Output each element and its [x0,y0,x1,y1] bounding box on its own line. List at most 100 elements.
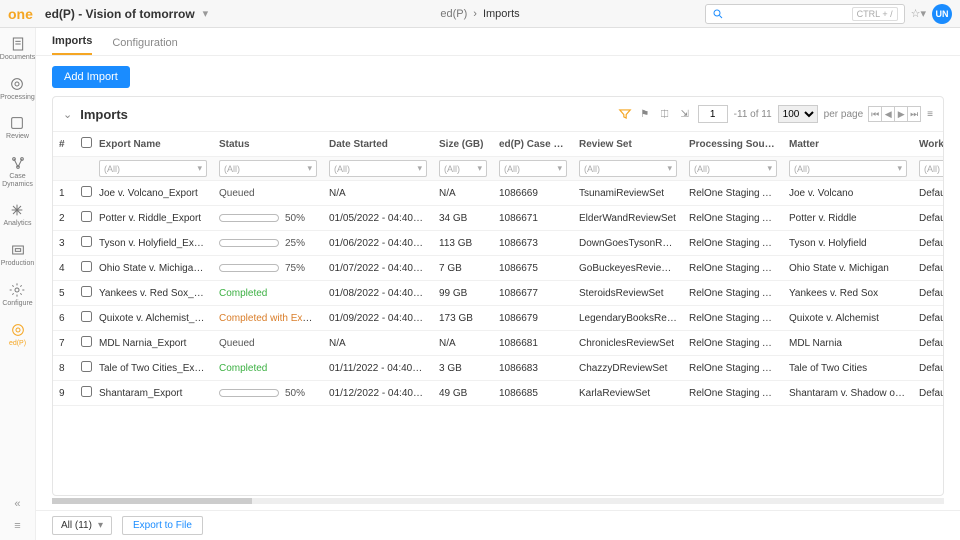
favorite-icon[interactable]: ☆▾ [911,7,926,20]
collapse-sidebar-icon[interactable]: « [14,498,20,510]
table-row[interactable]: 1Joe v. Volcano_ExportQueuedN/AN/A108666… [53,181,943,206]
columns-icon[interactable]: ⎅ [658,107,672,121]
col-status[interactable]: Status [213,132,323,157]
chevron-down-icon[interactable]: ⌄ [63,108,72,121]
sidebar-item-processing[interactable]: Processing [0,76,35,102]
sidebar-item-configure[interactable]: Configure [2,282,32,308]
progress-pct: 50% [285,388,305,399]
row-checkbox[interactable] [81,186,92,197]
cell-matter: Tyson v. Holyfield [783,231,913,256]
cell-status: 50% [213,381,323,406]
sidebar-item-production[interactable]: Production [1,242,34,268]
row-checkbox[interactable] [81,286,92,297]
cell-name[interactable]: MDL Narnia_Export [93,331,213,356]
col-export-name[interactable]: Export Name [93,132,213,157]
table-row[interactable]: 3Tyson v. Holyfield_Export25%01/06/2022 … [53,231,943,256]
table-row[interactable]: 2Potter v. Riddle_Export50%01/05/2022 - … [53,206,943,231]
scrollbar-thumb[interactable] [52,498,252,504]
filter-ws[interactable]: (All)▾ [919,160,943,177]
hamburger-icon[interactable]: ≡ [14,520,20,532]
filter-size[interactable]: (All)▾ [439,160,487,177]
cell-name[interactable]: Ohio State v. Michigan_Export [93,256,213,281]
pager-next-icon[interactable]: ▶ [894,106,908,122]
cell-case: 1086681 [493,331,573,356]
row-checkbox[interactable] [81,311,92,322]
pager-last-icon[interactable]: ⏭ [907,106,921,122]
col-loc[interactable]: Processing Source Location [683,132,783,157]
col-case[interactable]: ed(P) Case Number [493,132,573,157]
sidebar-item-review[interactable]: Review [6,115,29,141]
search-input[interactable]: CTRL + / [705,4,905,24]
col-ws[interactable]: Workspace [913,132,943,157]
cell-name[interactable]: Potter v. Riddle_Export [93,206,213,231]
sidebar-item-edp[interactable]: ed(P) [9,322,26,348]
cell-workspace: Default Workspace [913,356,943,381]
col-review[interactable]: Review Set [573,132,683,157]
cell-name[interactable]: Tyson v. Holyfield_Export [93,231,213,256]
col-checkbox[interactable] [75,132,93,157]
filter-review[interactable]: (All)▾ [579,160,677,177]
cell-case: 1086671 [493,206,573,231]
page-input[interactable] [698,105,728,123]
select-all-checkbox[interactable] [81,137,92,148]
filter-icon[interactable] [618,107,632,121]
col-num[interactable]: # [53,132,75,157]
cell-review: TsunamiReviewSet [573,181,683,206]
col-date[interactable]: Date Started [323,132,433,157]
pager-prev-icon[interactable]: ◀ [881,106,895,122]
sidebar-item-case-dynamics[interactable]: Case Dynamics [0,155,35,188]
tab-configuration[interactable]: Configuration [112,37,177,55]
row-checkbox[interactable] [81,336,92,347]
row-checkbox[interactable] [81,386,92,397]
table-row[interactable]: 5Yankees v. Red Sox_ExportCompleted01/08… [53,281,943,306]
cell-name[interactable]: Yankees v. Red Sox_Export [93,281,213,306]
cell-matter: MDL Narnia [783,331,913,356]
row-checkbox[interactable] [81,261,92,272]
flag-icon[interactable]: ⚑ [638,107,652,121]
filter-status[interactable]: (All)▾ [219,160,317,177]
export-to-file-button[interactable]: Export to File [122,516,203,535]
filter-date[interactable]: (All)▾ [329,160,427,177]
cell-status: 25% [213,231,323,256]
filter-loc[interactable]: (All)▾ [689,160,777,177]
cell-name[interactable]: Quixote v. Alchemist_Export [93,306,213,331]
pager: ⏮ ◀ ▶ ⏭ [869,106,921,122]
add-import-button[interactable]: Add Import [52,66,130,88]
breadcrumb-parent[interactable]: ed(P) [440,8,467,20]
cell-status: Queued [213,181,323,206]
pager-first-icon[interactable]: ⏮ [868,106,882,122]
search-icon [712,8,724,20]
perpage-select[interactable]: 100 [778,105,818,123]
tab-imports[interactable]: Imports [52,35,92,55]
table-row[interactable]: 6Quixote v. Alchemist_ExportCompleted wi… [53,306,943,331]
cell-name[interactable]: Tale of Two Cities_Export [93,356,213,381]
cell-name[interactable]: Joe v. Volcano_Export [93,181,213,206]
filter-case[interactable]: (All)▾ [499,160,567,177]
grid-settings-icon[interactable]: ≡ [927,109,933,120]
filter-name[interactable]: (All)▾ [99,160,207,177]
col-matter[interactable]: Matter [783,132,913,157]
cell-status: 75% [213,256,323,281]
row-checkbox[interactable] [81,211,92,222]
avatar[interactable]: UN [932,4,952,24]
table-row[interactable]: 7MDL Narnia_ExportQueuedN/AN/A1086681Chr… [53,331,943,356]
col-size[interactable]: Size (GB) [433,132,493,157]
table-row[interactable]: 9Shantaram_Export50%01/12/2022 - 04:40AM… [53,381,943,406]
workspace-name[interactable]: ed(P) - Vision of tomorrow [45,7,195,21]
row-checkbox[interactable] [81,236,92,247]
cell-num: 8 [53,356,75,381]
chevron-down-icon[interactable]: ▾ [203,7,209,20]
row-checkbox[interactable] [81,361,92,372]
sidebar-item-analytics[interactable]: Analytics [3,202,31,228]
selection-dropdown[interactable]: All (11)▾ [52,516,112,535]
cell-review: KarlaReviewSet [573,381,683,406]
sidebar-item-documents[interactable]: Documents [0,36,35,62]
expand-icon[interactable]: ⇲ [678,107,692,121]
horizontal-scrollbar[interactable] [52,498,944,504]
filter-matter[interactable]: (All)▾ [789,160,907,177]
cell-loc: RelOne Staging Area [683,206,783,231]
cell-size: 113 GB [433,231,493,256]
cell-name[interactable]: Shantaram_Export [93,381,213,406]
table-row[interactable]: 4Ohio State v. Michigan_Export75%01/07/2… [53,256,943,281]
table-row[interactable]: 8Tale of Two Cities_ExportCompleted01/11… [53,356,943,381]
